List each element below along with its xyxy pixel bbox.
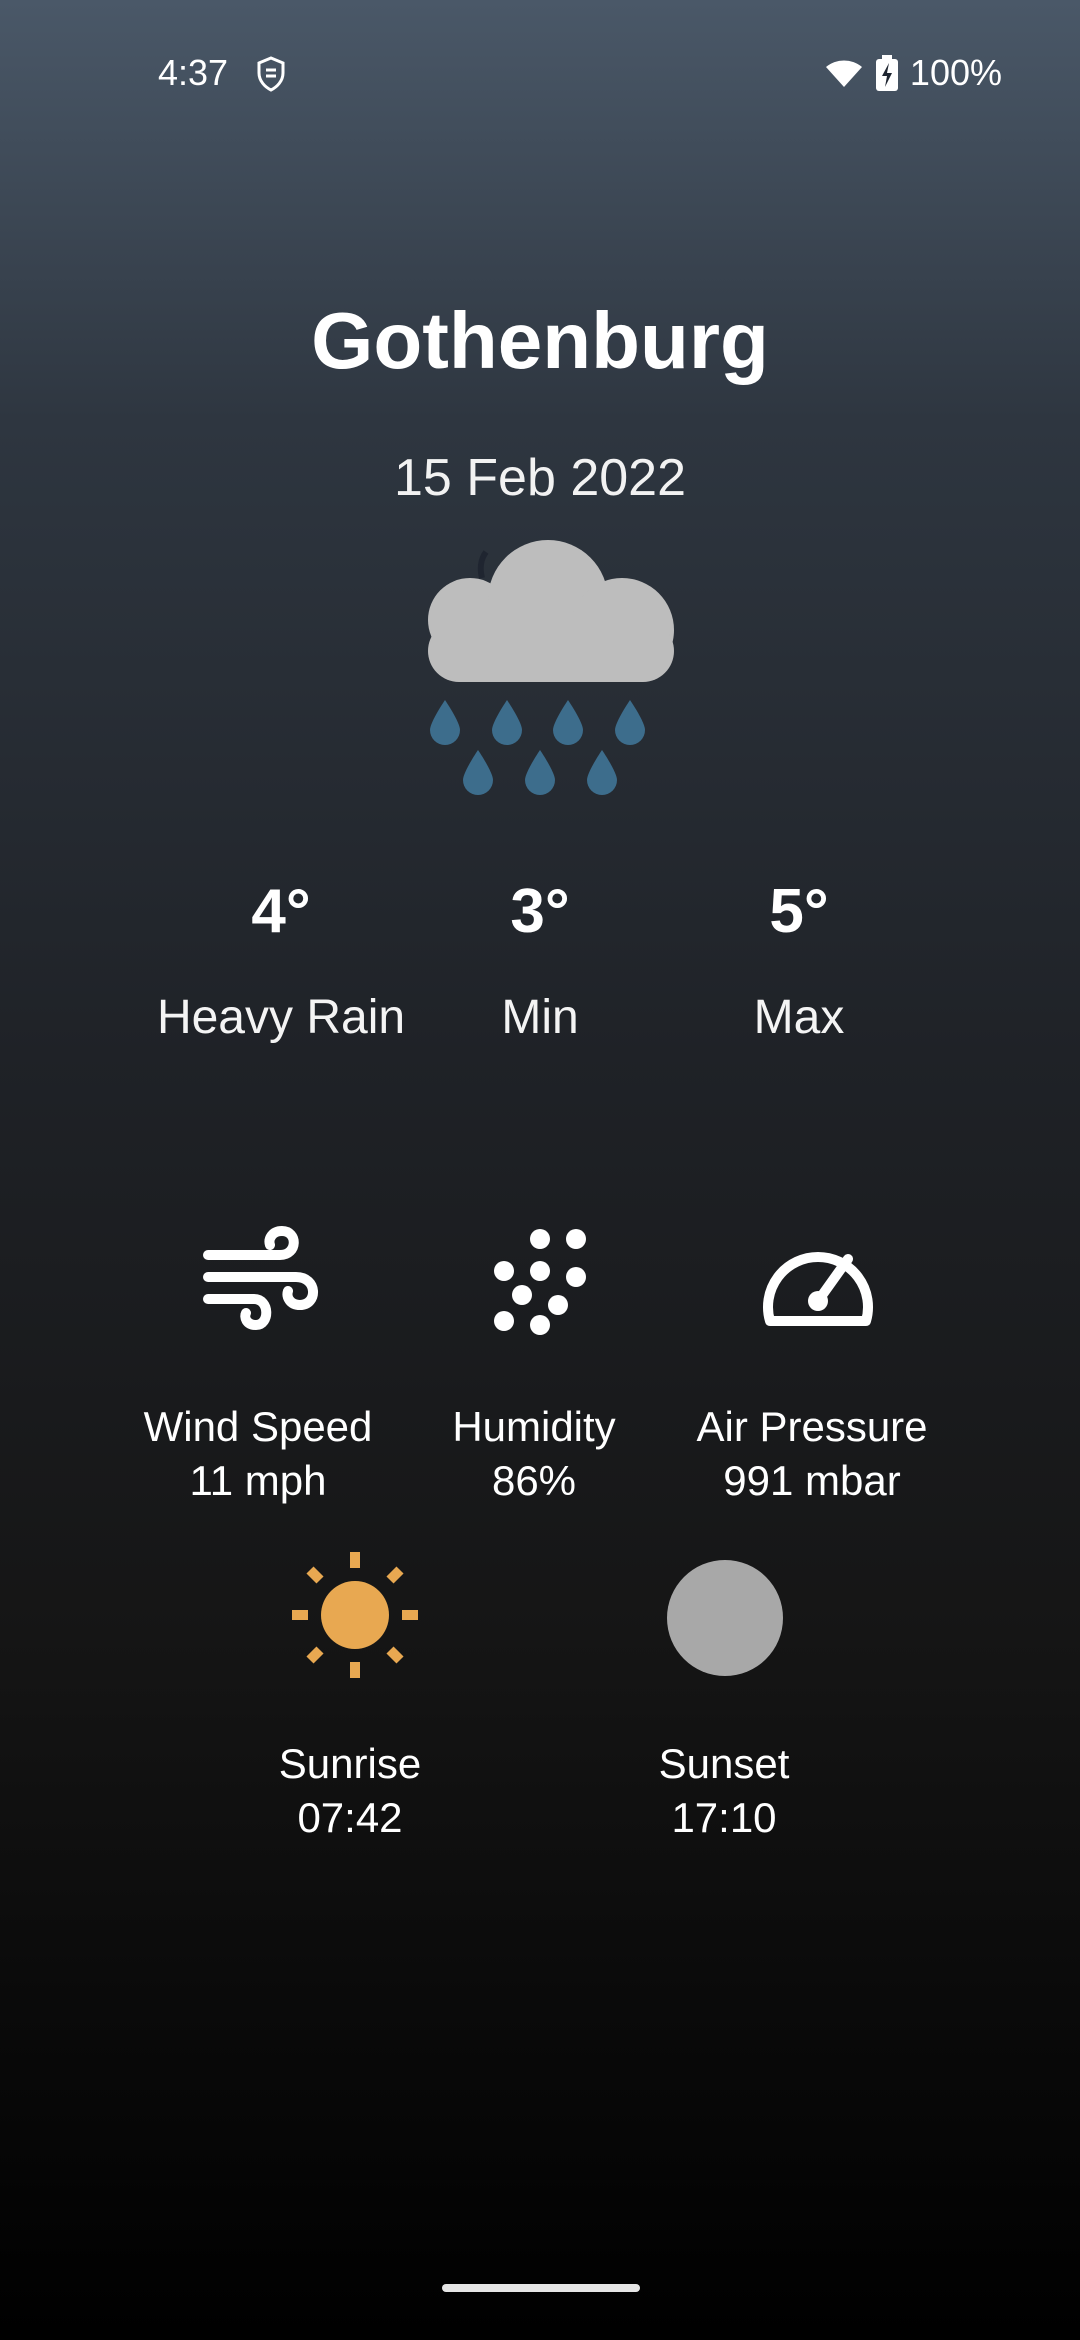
air-pressure-label: Air Pressure [696, 1403, 928, 1450]
wifi-icon [825, 60, 862, 87]
air-pressure-metric: Air Pressure 991 mbar [652, 1400, 972, 1508]
humidity-metric: Humidity 86% [374, 1400, 694, 1508]
max-temperature: 5° [769, 877, 829, 946]
sunrise-info: Sunrise 07:42 [200, 1737, 500, 1845]
status-time: 4:37 [158, 52, 229, 93]
heavy-rain-icon [428, 540, 674, 795]
sunset-info: Sunset 17:10 [574, 1737, 874, 1845]
wind-speed-metric: Wind Speed 11 mph [98, 1400, 418, 1508]
wind-icon [203, 1225, 318, 1331]
moon-icon [667, 1560, 783, 1676]
wind-speed-label: Wind Speed [143, 1403, 373, 1450]
humidity-icon [494, 1229, 586, 1335]
sunrise-time: 07:42 [297, 1794, 403, 1841]
humidity-label: Humidity [452, 1403, 616, 1450]
air-pressure-value: 991 mbar [723, 1457, 901, 1504]
status-icons: 100% [824, 52, 1002, 94]
battery-charging-icon [875, 55, 898, 91]
battery-percentage: 100% [909, 52, 1002, 93]
wind-speed-value: 11 mph [189, 1457, 327, 1504]
home-gesture-bar[interactable] [442, 2284, 640, 2292]
sunrise-label: Sunrise [278, 1740, 422, 1787]
gauge-icon [763, 1252, 873, 1326]
min-temperature: 3° [510, 877, 570, 946]
current-temperature: 4° [251, 877, 311, 946]
shield-icon [257, 56, 285, 92]
sunset-label: Sunset [658, 1740, 790, 1787]
sunset-time: 17:10 [671, 1794, 777, 1841]
date-label: 15 Feb 2022 [393, 449, 687, 507]
humidity-value: 86% [491, 1457, 577, 1504]
max-label: Max [753, 991, 845, 1044]
sun-icon [292, 1552, 418, 1678]
city-name: Gothenburg [311, 296, 769, 385]
